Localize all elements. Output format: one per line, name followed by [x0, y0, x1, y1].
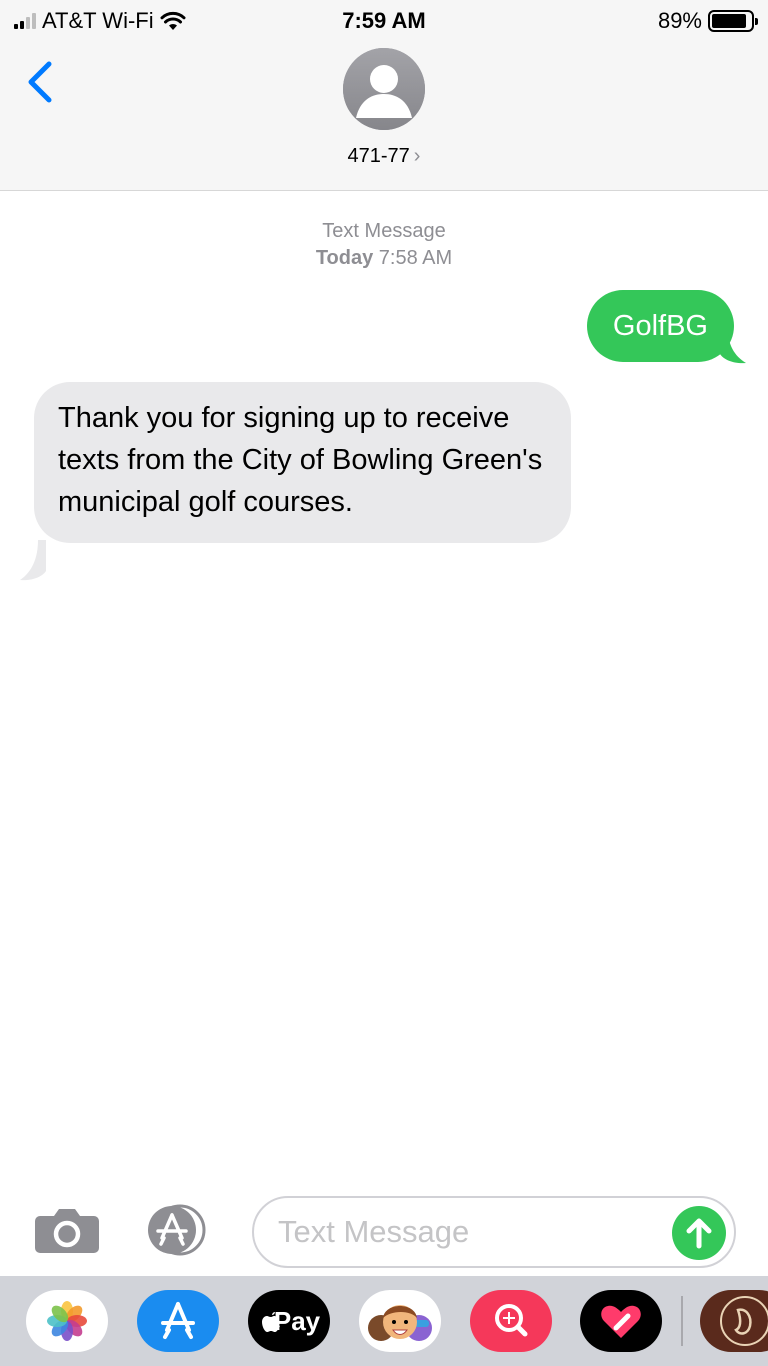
- battery-fill: [712, 14, 746, 28]
- person-icon: [343, 48, 425, 130]
- message-input-field[interactable]: [252, 1196, 736, 1268]
- app-store-app-button[interactable]: [137, 1290, 219, 1352]
- incoming-message-bubble[interactable]: Thank you for signing up to receive text…: [34, 382, 571, 543]
- app-drawer: Pay: [0, 1276, 768, 1366]
- conversation-meta: Text Message Today 7:58 AM: [0, 218, 768, 272]
- chipotle-app-button[interactable]: [700, 1290, 768, 1352]
- status-right: 89%: [657, 8, 758, 34]
- arrow-up-icon: [686, 1218, 712, 1249]
- drawer-divider: [681, 1296, 683, 1346]
- incoming-bubble-tail: [20, 540, 46, 581]
- app-store-icon: [161, 1302, 195, 1339]
- chipotle-icon: [720, 1296, 768, 1346]
- battery-percent: 89%: [657, 8, 702, 33]
- image-search-app-button[interactable]: [470, 1290, 552, 1352]
- time-label: 7:58 AM: [378, 247, 453, 269]
- chevron-right-icon: ›: [413, 145, 421, 167]
- back-button[interactable]: [22, 58, 58, 106]
- outgoing-message-bubble[interactable]: GolfBG: [586, 290, 734, 362]
- message-input[interactable]: [278, 1212, 658, 1252]
- digital-touch-icon: [601, 1305, 641, 1338]
- contact-avatar[interactable]: [343, 48, 425, 130]
- service-label: Text Message: [322, 220, 446, 242]
- apple-pay-app-button[interactable]: Pay: [248, 1290, 330, 1352]
- camera-button[interactable]: [34, 1206, 100, 1254]
- photos-app-button[interactable]: [26, 1290, 108, 1352]
- contact-name: 471-77: [347, 145, 410, 167]
- chevron-left-icon: [28, 61, 52, 103]
- photos-icon: [47, 1301, 87, 1341]
- memoji-app-button[interactable]: [359, 1290, 441, 1352]
- digital-touch-app-button[interactable]: [580, 1290, 662, 1352]
- outgoing-bubble-tail: [720, 330, 746, 364]
- apple-pay-label: Pay: [273, 1306, 321, 1336]
- app-store-button[interactable]: [142, 1204, 218, 1256]
- contact-name-button[interactable]: 471-77 ›: [0, 145, 768, 168]
- app-store-icon: [148, 1204, 206, 1256]
- send-button[interactable]: [672, 1206, 726, 1260]
- memoji-icon: [368, 1305, 432, 1341]
- status-bar: AT&T Wi-Fi 7:59 AM 89%: [0, 0, 768, 44]
- image-search-icon: [495, 1304, 528, 1337]
- camera-icon: [35, 1209, 99, 1253]
- clock: 7:59 AM: [342, 8, 426, 33]
- timestamp: Today 7:58 AM: [0, 245, 768, 272]
- composer-bar: [0, 1190, 768, 1276]
- day-label: Today: [315, 247, 374, 269]
- battery-icon: [708, 10, 758, 32]
